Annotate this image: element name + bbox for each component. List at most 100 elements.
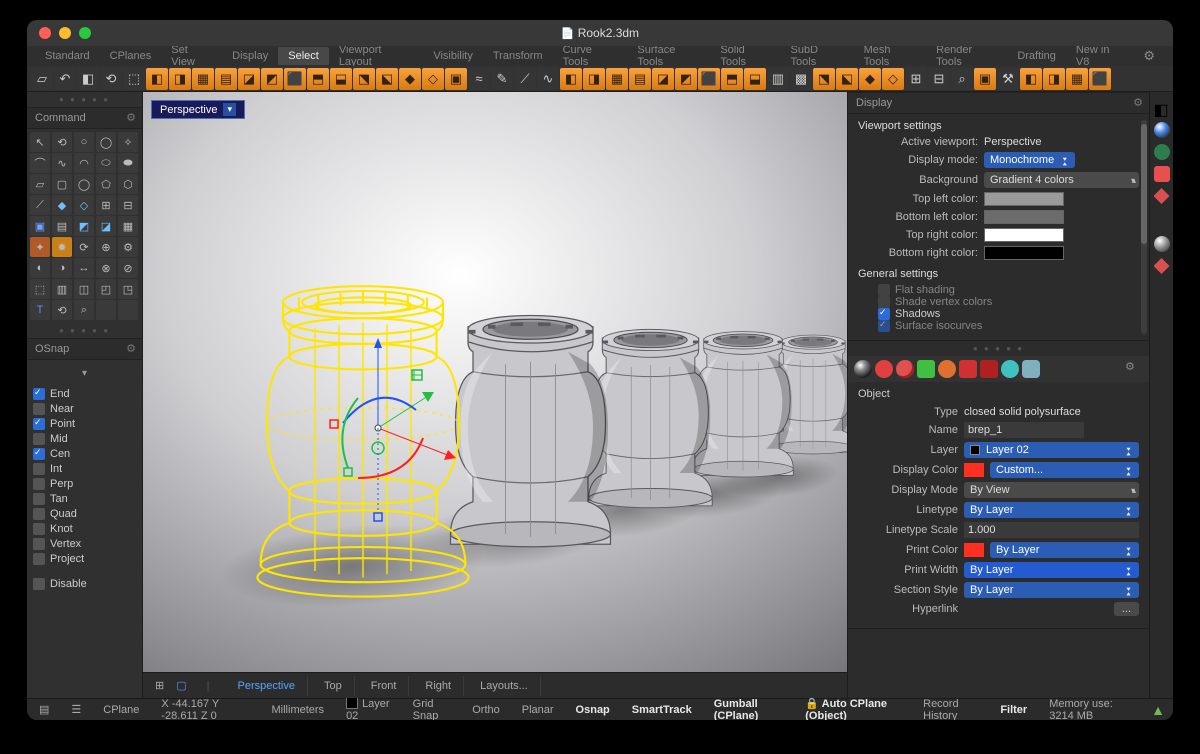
toolbar-button[interactable]: ▦: [606, 68, 628, 90]
layer-select[interactable]: Layer 02: [964, 442, 1139, 458]
toolbar-button[interactable]: ◨: [583, 68, 605, 90]
zoom-window-icon[interactable]: [79, 27, 91, 39]
toolbar-button[interactable]: ⬒: [307, 68, 329, 90]
material-icon[interactable]: [959, 360, 977, 378]
panel-tab-icon[interactable]: [1154, 166, 1170, 182]
tool-button[interactable]: ⟳: [74, 237, 94, 257]
material-icon[interactable]: [917, 360, 935, 378]
osnap-knot[interactable]: Knot: [33, 523, 136, 535]
osnap-int[interactable]: Int: [33, 463, 136, 475]
tool-button[interactable]: ◫: [74, 279, 94, 299]
toolbar-button[interactable]: ⟲: [100, 68, 122, 90]
material-icon[interactable]: [980, 360, 998, 378]
tab-transform[interactable]: Transform: [483, 47, 553, 65]
gear-icon[interactable]: ⚙: [1133, 96, 1143, 109]
tool-button[interactable]: T: [30, 300, 50, 320]
tool-button[interactable]: [118, 300, 138, 320]
material-icon[interactable]: [896, 360, 914, 378]
panel-tab-icon[interactable]: ◧: [1154, 100, 1170, 116]
tool-button[interactable]: ◳: [118, 279, 138, 299]
toolbar-button[interactable]: ⬔: [353, 68, 375, 90]
osnap-disable[interactable]: Disable: [33, 578, 136, 590]
tool-button[interactable]: ◯: [74, 174, 94, 194]
filter-toggle[interactable]: Filter: [996, 704, 1031, 716]
tool-button[interactable]: [96, 300, 116, 320]
tool-button[interactable]: ▢: [52, 174, 72, 194]
osnap-vertex[interactable]: Vertex: [33, 538, 136, 550]
panel-tab-icon[interactable]: [1154, 236, 1170, 252]
toolbar-button[interactable]: ◆: [399, 68, 421, 90]
osnap-cen[interactable]: Cen: [33, 448, 136, 460]
osnap-project[interactable]: Project: [33, 553, 136, 565]
close-window-icon[interactable]: [39, 27, 51, 39]
record-history-toggle[interactable]: Record History: [919, 698, 982, 721]
toolbar-button[interactable]: ⬔: [813, 68, 835, 90]
material-settings-icon[interactable]: ⚙: [1125, 360, 1143, 378]
ortho-toggle[interactable]: Ortho: [468, 704, 504, 716]
display-color-swatch[interactable]: [964, 463, 984, 477]
osnap-point[interactable]: Point: [33, 418, 136, 430]
panel-tab-icon[interactable]: [1154, 258, 1170, 274]
drag-handle-icon[interactable]: ● ● ● ● ●: [27, 92, 142, 107]
viewport-grid-icon[interactable]: ⊞: [151, 677, 168, 694]
settings-icon[interactable]: ⚙: [1133, 45, 1165, 67]
toolbar-button[interactable]: ◪: [238, 68, 260, 90]
gumball-manipulator[interactable]: [293, 328, 463, 528]
osnap-toggle[interactable]: Osnap: [572, 704, 614, 716]
toolbar-button[interactable]: ⬕: [376, 68, 398, 90]
toolbar-button[interactable]: ✎: [491, 68, 513, 90]
osnap-tan[interactable]: Tan: [33, 493, 136, 505]
tool-button[interactable]: ◠: [74, 153, 94, 173]
toolbar-button[interactable]: ◇: [882, 68, 904, 90]
tab-perspective[interactable]: Perspective: [225, 676, 307, 696]
osnap-quad[interactable]: Quad: [33, 508, 136, 520]
toolbar-button[interactable]: ▣: [974, 68, 996, 90]
tab-standard[interactable]: Standard: [35, 47, 100, 65]
display-color-select[interactable]: Custom...: [990, 462, 1139, 478]
panel-tab-icon[interactable]: [1154, 144, 1170, 160]
drag-handle-icon[interactable]: ● ● ● ● ●: [27, 323, 142, 338]
tool-button[interactable]: ✧: [118, 132, 138, 152]
toolbar-button[interactable]: ⟋: [514, 68, 536, 90]
tab-cplanes[interactable]: CPlanes: [100, 47, 162, 65]
toolbar-button[interactable]: ≈: [468, 68, 490, 90]
display-mode-select[interactable]: Monochrome: [984, 152, 1075, 168]
toolbar-button[interactable]: ⊞: [905, 68, 927, 90]
drag-handle-icon[interactable]: ● ● ● ● ●: [848, 341, 1149, 356]
chevron-down-icon[interactable]: ▾: [223, 103, 236, 116]
bottom-left-color-swatch[interactable]: [984, 210, 1064, 224]
object-name-input[interactable]: [964, 422, 1084, 438]
gear-icon[interactable]: ⚙: [126, 111, 136, 124]
status-icon[interactable]: ☰: [67, 703, 85, 716]
tab-right[interactable]: Right: [413, 676, 464, 696]
toolbar-button[interactable]: ⬕: [836, 68, 858, 90]
toolbar-button[interactable]: ⬛: [1089, 68, 1111, 90]
object-display-mode-select[interactable]: By View: [964, 482, 1139, 498]
toolbar-button[interactable]: ◧: [146, 68, 168, 90]
grid-snap-toggle[interactable]: Grid Snap: [409, 698, 455, 721]
toolbar-button[interactable]: ▦: [192, 68, 214, 90]
toolbar-button[interactable]: ◨: [169, 68, 191, 90]
tool-button[interactable]: ∿: [52, 153, 72, 173]
osnap-near[interactable]: Near: [33, 403, 136, 415]
tool-button[interactable]: ⟲: [52, 300, 72, 320]
units-status[interactable]: Millimeters: [268, 704, 329, 716]
section-style-select[interactable]: By Layer: [964, 582, 1139, 598]
toolbar-button[interactable]: ⌕: [951, 68, 973, 90]
toolbar-button[interactable]: ◩: [675, 68, 697, 90]
material-icon[interactable]: [1001, 360, 1019, 378]
tool-button[interactable]: ○: [74, 132, 94, 152]
tab-visibility[interactable]: Visibility: [423, 47, 483, 65]
linetype-scale-input[interactable]: [964, 522, 1139, 538]
material-icon[interactable]: [875, 360, 893, 378]
panel-tab-icon[interactable]: [1154, 188, 1170, 204]
panel-tab-icon[interactable]: [1154, 122, 1170, 138]
tab-display[interactable]: Display: [222, 47, 278, 65]
background-select[interactable]: Gradient 4 colors: [984, 172, 1139, 188]
print-color-swatch[interactable]: [964, 543, 984, 557]
tool-button[interactable]: ⟲: [52, 132, 72, 152]
toolbar-button[interactable]: ⬓: [744, 68, 766, 90]
toolbar-button[interactable]: ▱: [31, 68, 53, 90]
tool-button[interactable]: ⬬: [118, 153, 138, 173]
minimize-window-icon[interactable]: [59, 27, 71, 39]
